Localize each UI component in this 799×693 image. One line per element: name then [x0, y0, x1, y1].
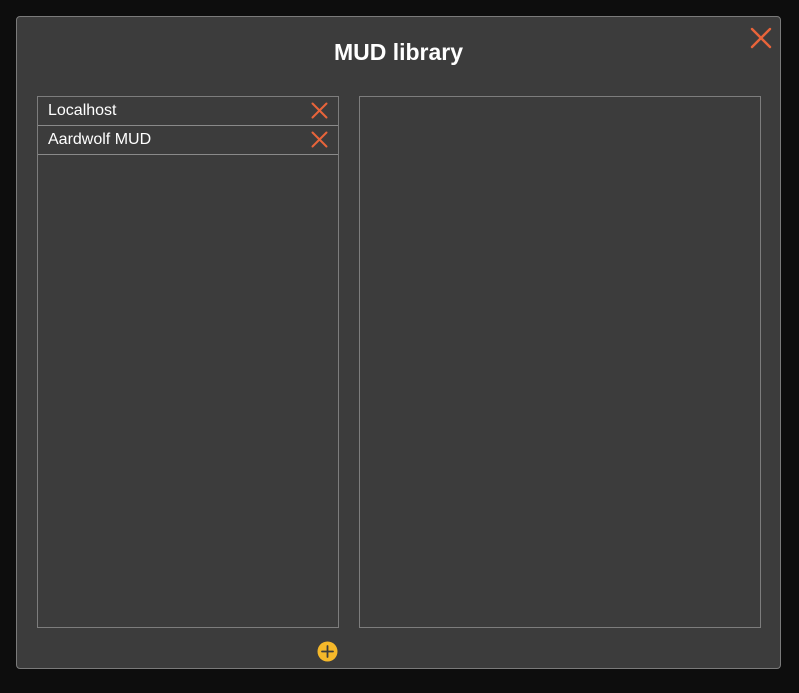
mud-list: Localhost Aardwolf MUD: [37, 96, 339, 628]
mud-list-item-localhost[interactable]: Localhost: [38, 97, 338, 126]
mud-list-item-label: Localhost: [48, 102, 117, 119]
add-circle-icon: [317, 641, 338, 662]
close-icon: [311, 131, 328, 148]
close-dialog-button[interactable]: [750, 27, 772, 49]
close-icon: [311, 102, 328, 119]
mud-library-dialog: MUD library Localhost Aardwolf MUD: [16, 16, 781, 669]
mud-list-item-label: Aardwolf MUD: [48, 131, 152, 148]
remove-mud-button[interactable]: [311, 102, 328, 119]
add-mud-button[interactable]: [317, 641, 338, 662]
mud-detail-panel: [359, 96, 761, 628]
dialog-title: MUD library: [333, 39, 464, 65]
close-icon: [750, 27, 772, 49]
remove-mud-button[interactable]: [311, 131, 328, 148]
mud-list-item-aardwolf[interactable]: Aardwolf MUD: [38, 126, 338, 155]
